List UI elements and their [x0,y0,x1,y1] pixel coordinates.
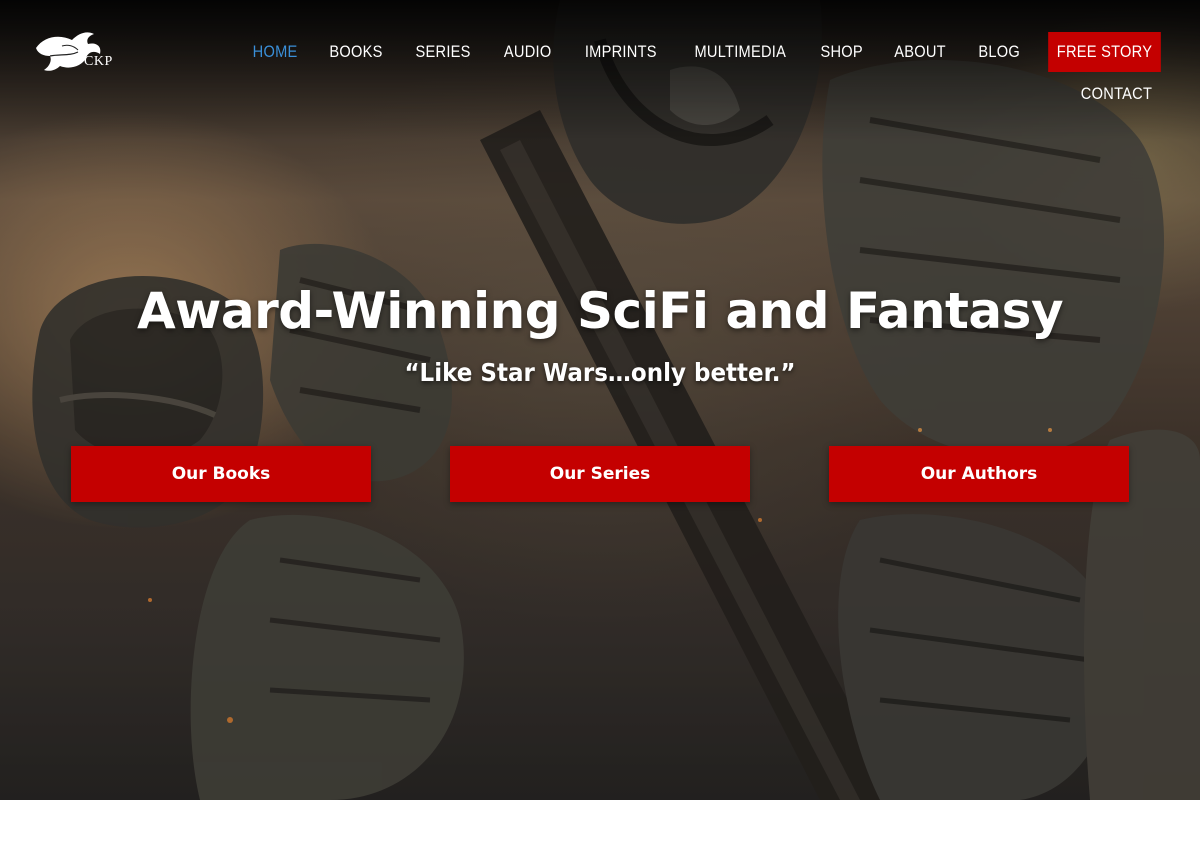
nav-item-multimedia[interactable]: MULTIMEDIA [684,32,796,72]
nav-item-books[interactable]: BOOKS [319,32,393,72]
nav-item-series[interactable]: SERIES [406,32,482,72]
hero-overlay [0,0,1200,800]
nav-item-about[interactable]: ABOUT [884,32,956,72]
our-authors-button[interactable]: Our Authors [829,446,1129,502]
hero-tagline: “Like Star Wars…only better.” [404,358,796,387]
nav-item-blog[interactable]: BLOG [968,32,1030,72]
nav-item-free-story[interactable]: FREE STORY [1048,32,1161,72]
nav-item-contact[interactable]: CONTACT [1070,74,1162,114]
nav-item-home[interactable]: HOME [243,32,309,72]
hero-headline: Award-Winning SciFi and Fantasy [136,282,1064,340]
hero-section [0,0,1200,800]
nav-row-2: CONTACT [410,74,1170,114]
logo-text: CKP [84,54,113,69]
nav-item-shop[interactable]: SHOP [810,32,873,72]
our-books-button[interactable]: Our Books [71,446,371,502]
nav-item-audio[interactable]: AUDIO [493,32,561,72]
nav-item-imprints[interactable]: IMPRINTS [574,32,667,72]
our-series-button[interactable]: Our Series [450,446,750,502]
main-navigation: HOME BOOKS SERIES AUDIO IMPRINTS MULTIME… [253,32,1170,114]
nav-row-1: HOME BOOKS SERIES AUDIO IMPRINTS MULTIME… [253,32,1170,72]
